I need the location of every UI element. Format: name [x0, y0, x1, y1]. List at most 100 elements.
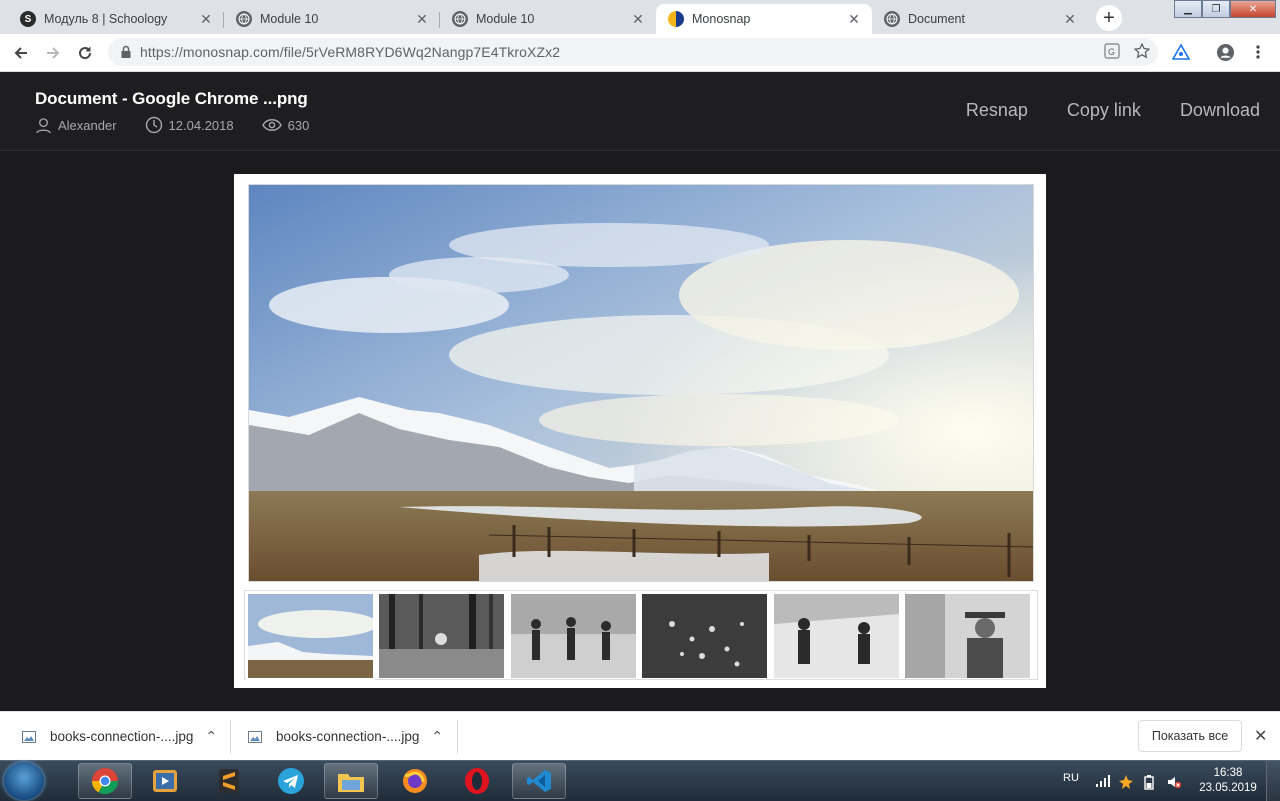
power-icon[interactable]	[1142, 774, 1156, 790]
telegram-icon	[278, 768, 304, 794]
divider	[457, 720, 458, 754]
schoology-icon: S	[20, 11, 36, 27]
download-item[interactable]: books-connection-....jpg ⌃	[22, 712, 217, 761]
start-button[interactable]	[4, 762, 44, 800]
thumbnail-man-hat[interactable]	[905, 594, 1030, 678]
thumbnail-forest[interactable]	[379, 594, 504, 678]
firefox-icon	[403, 769, 427, 793]
tray-app-icon[interactable]	[1118, 774, 1134, 790]
header-actions: Resnap Copy link Download	[927, 100, 1260, 121]
tab-close-icon[interactable]: ✕	[630, 11, 646, 28]
author-meta: Alexander	[35, 117, 117, 134]
tab-close-icon[interactable]: ✕	[198, 11, 214, 28]
download-filename: books-connection-....jpg	[276, 729, 420, 744]
copy-link-button[interactable]: Copy link	[1067, 100, 1141, 121]
file-explorer-icon	[338, 774, 364, 792]
drive-extension-icon[interactable]	[1172, 44, 1190, 60]
show-desktop-button[interactable]	[1266, 761, 1280, 801]
plus-icon: +	[1103, 6, 1115, 29]
translate-icon[interactable]: G	[1104, 43, 1120, 59]
tab-close-icon[interactable]: ✕	[414, 11, 430, 28]
url-text[interactable]: https://monosnap.com/file/5rVeRM8RYD6Wq2…	[140, 44, 560, 60]
tab-strip: S Модуль 8 | Schoology ✕ Module 10 ✕ Mod…	[0, 0, 1280, 34]
image-file-icon	[22, 730, 36, 743]
profile-icon[interactable]	[1216, 43, 1235, 62]
globe-icon	[452, 11, 468, 27]
restore-button[interactable]: ❐	[1202, 0, 1230, 18]
tab-label: Monosnap	[692, 12, 751, 26]
tab-close-icon[interactable]: ✕	[846, 11, 862, 28]
main-image[interactable]	[248, 184, 1034, 582]
vscode-icon	[527, 770, 551, 792]
clock-date: 23.05.2019	[1199, 782, 1257, 794]
menu-dots-icon[interactable]	[1252, 44, 1264, 60]
language-indicator[interactable]: RU	[1063, 772, 1079, 784]
taskbar-explorer[interactable]	[324, 763, 378, 799]
tab-close-icon[interactable]: ✕	[1062, 11, 1078, 28]
reload-button[interactable]	[72, 40, 98, 66]
taskbar-telegram[interactable]	[264, 763, 318, 799]
taskbar-opera[interactable]	[450, 763, 504, 799]
taskbar-media-player[interactable]	[138, 763, 192, 799]
tab-document[interactable]: Document ✕	[872, 4, 1088, 34]
network-signal-icon[interactable]	[1095, 774, 1111, 788]
clock-icon	[145, 116, 162, 134]
divider	[230, 720, 231, 754]
address-bar[interactable]: https://monosnap.com/file/5rVeRM8RYD6Wq2…	[108, 38, 1158, 66]
globe-icon	[236, 11, 252, 27]
chevron-up-icon[interactable]: ⌃	[205, 728, 217, 745]
chrome-icon	[91, 768, 119, 795]
tab-monosnap[interactable]: Monosnap ✕	[656, 4, 872, 34]
tab-module10-b[interactable]: Module 10 ✕	[440, 4, 656, 34]
reload-icon	[79, 47, 92, 60]
system-clock[interactable]: 16:38 23.05.2019	[1198, 766, 1258, 796]
tab-label: Document	[908, 12, 965, 26]
thumbnail-mountain[interactable]	[246, 592, 375, 680]
monosnap-icon	[668, 11, 684, 27]
volume-muted-icon[interactable]	[1166, 774, 1182, 790]
author-name[interactable]: Alexander	[58, 118, 117, 133]
monosnap-header: Document - Google Chrome ...png Alexande…	[0, 72, 1280, 151]
download-item[interactable]: books-connection-....jpg ⌃	[248, 712, 443, 761]
mountain-landscape-image	[249, 185, 1033, 581]
star-icon[interactable]	[1134, 43, 1150, 59]
close-window-button[interactable]: ✕	[1230, 0, 1276, 18]
clock-time: 16:38	[1213, 767, 1243, 779]
tab-schoology[interactable]: S Модуль 8 | Schoology ✕	[8, 4, 224, 34]
thumbnail-hearts[interactable]	[642, 594, 767, 678]
date-meta: 12.04.2018	[145, 116, 234, 134]
file-meta: Alexander 12.04.2018 630	[35, 116, 337, 134]
tab-module10-a[interactable]: Module 10 ✕	[224, 4, 440, 34]
taskbar-vscode[interactable]	[512, 763, 566, 799]
screenshot-frame	[234, 174, 1046, 688]
tab-label: Модуль 8 | Schoology	[44, 12, 168, 26]
image-file-icon	[248, 730, 262, 743]
show-all-downloads-button[interactable]: Показать все	[1138, 720, 1242, 752]
thumbnail-strip	[244, 590, 1038, 680]
tab-label: Module 10	[260, 12, 319, 26]
thumbnail-fitness[interactable]	[511, 594, 636, 678]
download-button[interactable]: Download	[1180, 100, 1260, 121]
arrow-right-icon	[47, 47, 60, 59]
window-controls: ▁ ❐ ✕	[1174, 0, 1276, 18]
close-icon[interactable]: ✕	[1254, 726, 1267, 746]
globe-icon	[884, 11, 900, 27]
forward-button[interactable]	[40, 40, 66, 66]
resnap-button[interactable]: Resnap	[966, 100, 1028, 121]
thumbnail-snow-couple[interactable]	[774, 594, 899, 678]
media-player-icon	[153, 770, 177, 792]
taskbar-firefox[interactable]	[388, 763, 442, 799]
download-shelf: books-connection-....jpg ⌃ books-connect…	[0, 711, 1280, 761]
sublime-text-icon	[219, 769, 239, 793]
opera-icon	[465, 768, 489, 794]
lock-icon	[121, 45, 131, 58]
taskbar-chrome[interactable]	[78, 763, 132, 799]
chevron-up-icon[interactable]: ⌃	[431, 728, 443, 745]
back-button[interactable]	[8, 40, 34, 66]
new-tab-button[interactable]: +	[1096, 5, 1122, 31]
image-viewer	[0, 151, 1280, 711]
windows-taskbar: RU 16:38 23.05.2019	[0, 760, 1280, 801]
taskbar-sublime[interactable]	[202, 763, 256, 799]
minimize-button[interactable]: ▁	[1174, 0, 1202, 18]
download-filename: books-connection-....jpg	[50, 729, 194, 744]
